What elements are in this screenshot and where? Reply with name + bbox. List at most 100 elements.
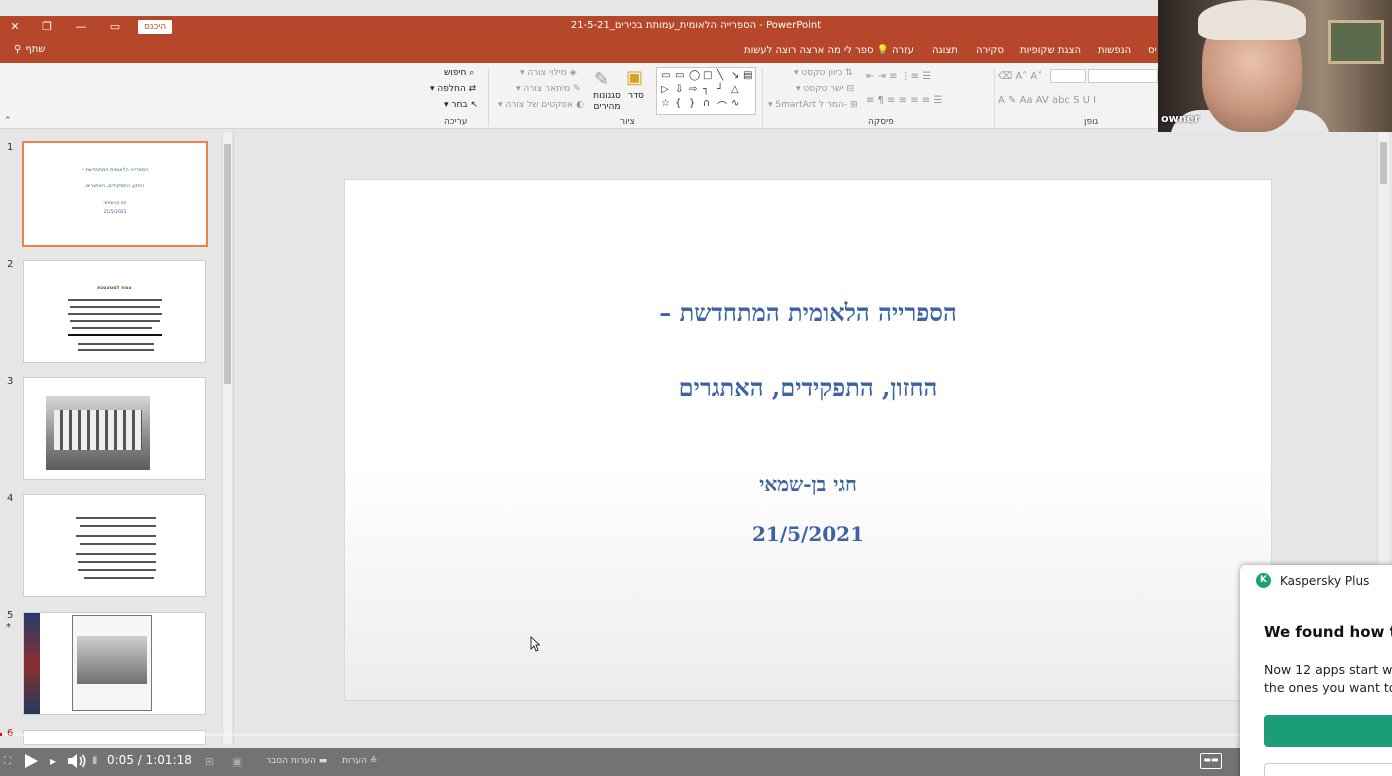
arc-shape-icon[interactable]: ⌒: [717, 98, 727, 113]
kaspersky-heading: We found how to: [1264, 623, 1392, 641]
slide-thumbnail-5[interactable]: [23, 612, 206, 715]
arrow-right-shape-icon[interactable]: ⇨: [689, 84, 697, 95]
brace-shape-icon[interactable]: {: [675, 98, 681, 109]
shape-outline-label: מיתאר צורה: [523, 84, 571, 94]
star-shape-icon[interactable]: ☆: [661, 98, 670, 109]
share-button[interactable]: ⚲ שתף: [14, 44, 45, 55]
tab-help[interactable]: עזרה: [892, 45, 914, 56]
line-shape-icon[interactable]: ╲: [717, 70, 723, 81]
play-icon[interactable]: [22, 752, 40, 770]
smartart-button[interactable]: ▾ SmartArt המר ל- ⊞: [768, 100, 858, 110]
tell-me-label: ספר לי מה ארצה רוצה לעשות: [744, 45, 874, 56]
ribbon-divider: [994, 69, 995, 127]
text-direction-button[interactable]: ▾ כיוון טקסט ⇅: [794, 68, 853, 78]
oval-shape-icon[interactable]: ◯: [689, 70, 700, 81]
shapes-gallery[interactable]: ▭ ▭ ◯ □ ╲ ↘ ▤ ▷ ⇩ ⇨ ┐ ┘ △ ☆ { } ∩ ⌒ ∿: [656, 67, 756, 115]
notes-button[interactable]: ≙ הערות: [342, 756, 377, 766]
rectangle-shape-icon[interactable]: ▭: [675, 70, 684, 81]
share-label: שתף: [25, 44, 46, 55]
thumb-building-photo: [46, 396, 150, 470]
arrange-button[interactable]: סדר: [628, 91, 644, 101]
freeform-shape-icon[interactable]: ∿: [731, 98, 739, 109]
thumb-text-line: [72, 327, 152, 329]
elbow-shape-icon[interactable]: ┐: [703, 84, 709, 95]
next-icon[interactable]: ▸: [50, 754, 56, 768]
screen: ✕ ❐ — ▭ היכנס הספרייה הלאומית_עמותת בכיר…: [0, 0, 1392, 776]
triangle-shape-icon[interactable]: △: [731, 84, 739, 95]
font-name-field[interactable]: [1088, 69, 1158, 83]
picture-shape-icon[interactable]: ▤: [743, 70, 752, 81]
volume-icon[interactable]: [66, 752, 88, 770]
thumb-text-line: [78, 569, 156, 571]
kaspersky-primary-button[interactable]: [1264, 715, 1392, 747]
textbox-shape-icon[interactable]: ▭: [661, 70, 670, 81]
volume-slider[interactable]: ▮: [92, 755, 98, 766]
font-size-field[interactable]: [1050, 69, 1086, 83]
slide-thumbnail-3[interactable]: [23, 377, 206, 480]
thumbnail-scrollbar-thumb[interactable]: [224, 144, 231, 384]
align-text-icon: ⊟: [846, 84, 855, 94]
thumb-text-line: [76, 517, 156, 519]
thumb-text-line: [76, 553, 156, 555]
pointer-icon: ↖: [470, 100, 478, 110]
shape-effects-button[interactable]: ▾ אפקטים של צורה ◐: [498, 100, 584, 110]
font-group-label: גופן: [1084, 117, 1099, 127]
curve-shape-icon[interactable]: ∩: [703, 98, 710, 109]
brace-right-shape-icon[interactable]: }: [689, 98, 695, 109]
slide-thumbnail-2[interactable]: צמח לסטצסנת: [23, 260, 206, 363]
shape-outline-button[interactable]: ▾ מיתאר צורה ✎: [516, 84, 581, 94]
slide-thumbnail-1[interactable]: הספרייה הלאומית המתחדשת – החזון, התפקידי…: [22, 141, 208, 247]
plus-shape-icon[interactable]: ▷: [661, 84, 669, 95]
notes-icon: ≙: [369, 756, 378, 766]
tab-transitions[interactable]: יס: [1148, 45, 1157, 56]
shape-fill-button[interactable]: ▾ מילוי צורה ◈: [520, 68, 577, 78]
slide-thumbnail-4[interactable]: [23, 494, 206, 597]
search-icon: ⌕: [469, 68, 475, 78]
comments-button[interactable]: ▬ הערות הסבר: [266, 756, 327, 766]
thumbnail-number: 1: [7, 142, 14, 153]
fit-slide-icon[interactable]: ⛶: [4, 756, 11, 767]
select-button[interactable]: ▾ בחר ↖: [444, 100, 478, 110]
thumbnail-scrollbar[interactable]: [222, 132, 232, 744]
slide-sorter-icon[interactable]: ⊞: [205, 755, 214, 768]
slide-date: 21/5/2021: [751, 522, 865, 546]
font-size-controls[interactable]: ⌫ A˄ A˅: [998, 71, 1042, 82]
comment-icon: ▬: [318, 756, 328, 766]
quick-styles-button[interactable]: סגנונות מהירים: [590, 91, 624, 113]
list-controls[interactable]: ⇤ ⇥ ≡ ⋮≡ ☰: [866, 71, 931, 82]
connector-shape-icon[interactable]: ┘: [717, 84, 723, 95]
kaspersky-secondary-button[interactable]: [1264, 763, 1392, 776]
align-text-button[interactable]: ▾ ישר טקסט ⊟: [796, 84, 854, 94]
font-format-controls[interactable]: A ✎ Aa AV abc S U I: [998, 95, 1096, 106]
thumb-text-line: [78, 343, 154, 345]
replace-button[interactable]: ▾ החלפה ⇄: [430, 84, 476, 94]
arrange-icon[interactable]: ▣: [626, 67, 643, 88]
arrow-line-shape-icon[interactable]: ↘: [731, 70, 739, 81]
tab-view[interactable]: תצוגה: [932, 45, 958, 56]
select-label: בחר: [451, 100, 468, 110]
replace-label: החלפה: [437, 84, 466, 94]
tab-slideshow[interactable]: הצגת שקופיות: [1020, 45, 1081, 56]
thumb-text-line: [68, 299, 162, 301]
text-direction-label: כיוון טקסט: [801, 68, 843, 78]
find-button[interactable]: חיפוש ⌕: [444, 68, 474, 78]
square-shape-icon[interactable]: □: [703, 70, 712, 81]
video-progress-fill: [0, 733, 2, 736]
thumb-text-line: [80, 525, 156, 527]
thumbnail-number: 3: [7, 376, 14, 387]
collapse-ribbon-icon[interactable]: ⌃: [4, 116, 12, 126]
video-progress-bar[interactable]: [0, 733, 1240, 736]
slide-author: חגי בן-שמאי: [759, 472, 857, 496]
normal-view-icon[interactable]: ▣: [232, 755, 242, 768]
arrow-down-shape-icon[interactable]: ⇩: [675, 84, 683, 95]
alignment-controls[interactable]: ≡ ¶ ≡ ≡ ≡ ≡ ☰: [866, 95, 942, 106]
thumb-author: חגי בן-שמאי: [103, 201, 127, 206]
tab-animations[interactable]: הנפשות: [1098, 45, 1131, 56]
subtitles-icon[interactable]: ▬▬: [1200, 753, 1222, 769]
tell-me-box[interactable]: ספר לי מה ארצה רוצה לעשות 💡: [744, 45, 889, 56]
tab-review[interactable]: סקירה: [976, 45, 1004, 56]
building-facade: [54, 410, 142, 450]
quick-styles-icon[interactable]: ✎: [594, 69, 609, 90]
slide-scrollbar-thumb[interactable]: [1380, 142, 1387, 184]
current-slide[interactable]: הספרייה הלאומית המתחדשת – החזון, התפקידי…: [344, 179, 1272, 701]
